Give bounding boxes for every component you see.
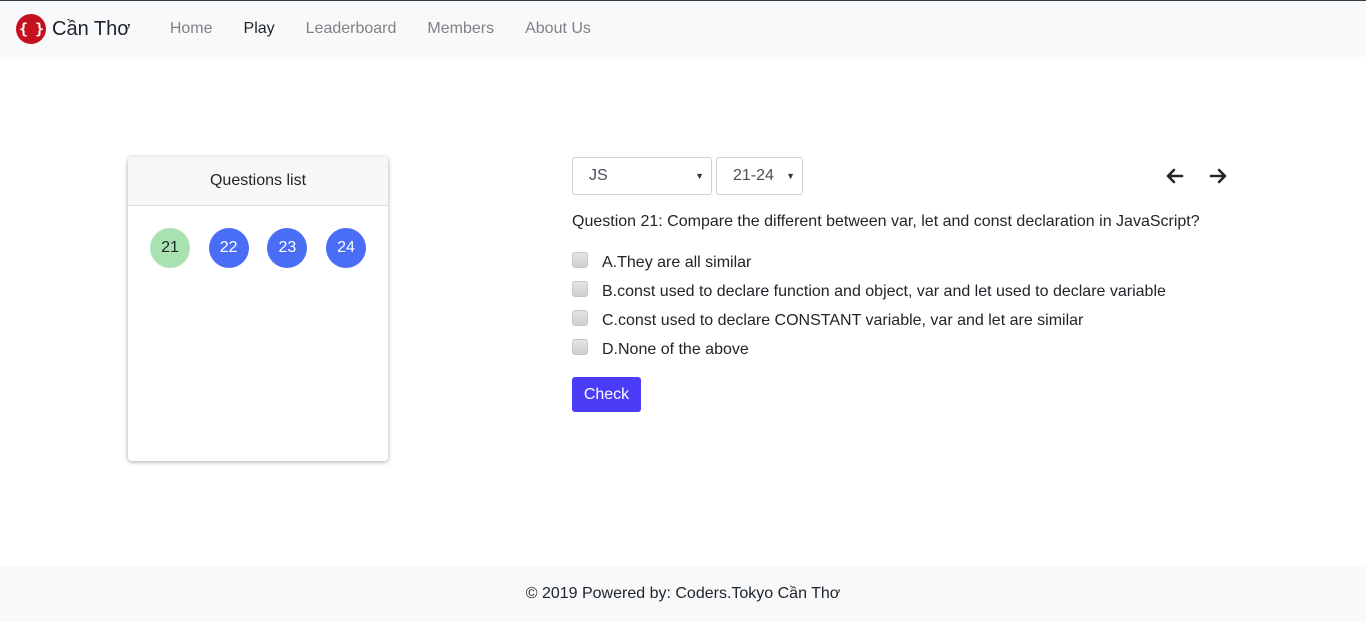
- footer: © 2019 Powered by: Coders.Tokyo Cần Thơ: [0, 566, 1366, 622]
- question-panel: JS ▼ 21-24 ▼ Question 21: Compare the di…: [572, 157, 1232, 412]
- footer-text: © 2019 Powered by: Coders.Tokyo Cần Thơ: [525, 585, 841, 602]
- answer-option-a[interactable]: A.They are all similar: [572, 249, 751, 271]
- answer-label-c: C.const used to declare CONSTANT variabl…: [602, 312, 1084, 329]
- arrow-left-icon: [1166, 168, 1184, 184]
- answer-option-d[interactable]: D.None of the above: [572, 336, 749, 358]
- answer-option-b[interactable]: B.const used to declare function and obj…: [572, 278, 1166, 300]
- nav-links: Home Play Leaderboard Members About Us: [154, 20, 606, 38]
- arrow-right-icon: [1209, 168, 1227, 184]
- nav-link-members[interactable]: Members: [412, 20, 510, 38]
- check-button[interactable]: Check: [572, 377, 641, 412]
- question-controls: JS ▼ 21-24 ▼: [572, 157, 1232, 195]
- question-text: Question 21: Compare the different betwe…: [572, 213, 1200, 230]
- brand-logo-icon: { }: [16, 14, 46, 44]
- range-select-value: 21-24: [733, 167, 774, 184]
- questions-list-title: Questions list: [128, 157, 388, 206]
- nav-link-play[interactable]: Play: [228, 20, 290, 38]
- nav-link-about-us[interactable]: About Us: [510, 20, 607, 38]
- question-number-24[interactable]: 24: [326, 228, 367, 268]
- answer-checkbox-a[interactable]: [572, 252, 588, 268]
- previous-question-button[interactable]: [1164, 165, 1186, 187]
- range-select[interactable]: 21-24 ▼: [716, 157, 803, 195]
- questions-list-card: Questions list 21 22 23 24: [128, 157, 388, 461]
- topic-select-value: JS: [589, 167, 608, 184]
- answer-label-d: D.None of the above: [602, 341, 749, 358]
- answer-option-c[interactable]: C.const used to declare CONSTANT variabl…: [572, 307, 1083, 329]
- nav-link-leaderboard[interactable]: Leaderboard: [290, 20, 412, 38]
- nav-link-home[interactable]: Home: [154, 20, 228, 38]
- answer-checkbox-b[interactable]: [572, 281, 588, 297]
- question-number-22[interactable]: 22: [208, 228, 249, 268]
- caret-down-icon: ▼: [695, 171, 704, 181]
- answer-label-a: A.They are all similar: [602, 254, 752, 271]
- brand-name: Cần Thơ: [52, 17, 131, 40]
- navbar: { } Cần Thơ Home Play Leaderboard Member…: [0, 0, 1366, 57]
- questions-list-items: 21 22 23 24: [128, 206, 388, 268]
- answer-checkbox-c[interactable]: [572, 310, 588, 326]
- topic-select[interactable]: JS ▼: [572, 157, 712, 195]
- question-number-21[interactable]: 21: [150, 228, 190, 268]
- question-number-23[interactable]: 23: [267, 228, 308, 268]
- next-question-button[interactable]: [1207, 165, 1229, 187]
- answer-label-b: B.const used to declare function and obj…: [602, 283, 1166, 300]
- answer-checkbox-d[interactable]: [572, 339, 588, 355]
- caret-down-icon: ▼: [786, 171, 795, 181]
- brand[interactable]: { } Cần Thơ: [16, 14, 130, 44]
